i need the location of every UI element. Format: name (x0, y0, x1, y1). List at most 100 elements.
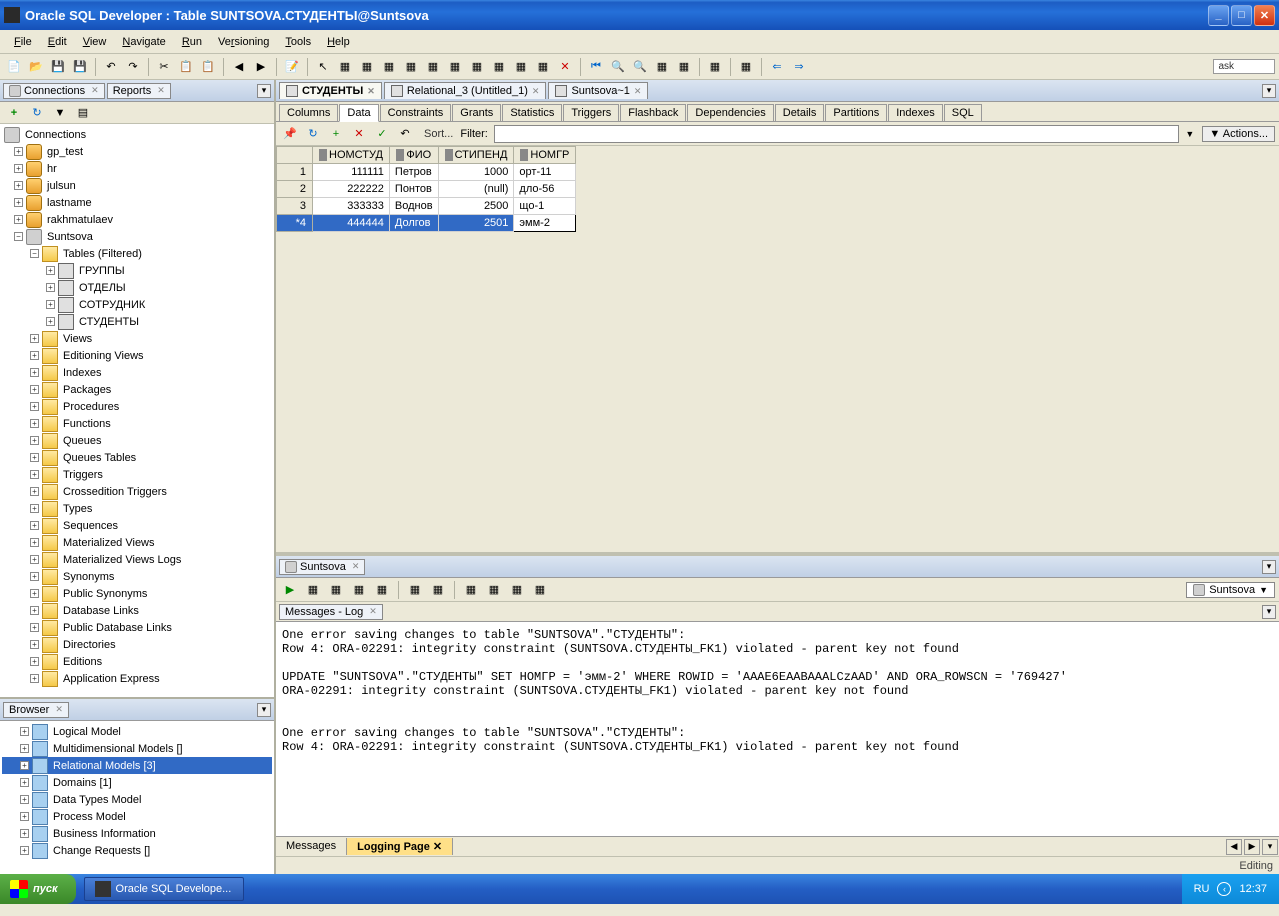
column-header[interactable]: НОМСТУД (313, 147, 390, 164)
first-icon[interactable]: ⏮ (586, 57, 606, 77)
grid-icon[interactable]: ▦ (674, 57, 694, 77)
editor-tab[interactable]: Relational_3 (Untitled_1)✕ (384, 82, 547, 99)
cursor-icon[interactable]: ↖ (313, 57, 333, 77)
browser-item[interactable]: +Process Model (2, 808, 272, 825)
cut-button[interactable]: ✂ (154, 57, 174, 77)
filter-input[interactable] (494, 125, 1180, 143)
tool2-icon[interactable]: ▦ (357, 57, 377, 77)
close-icon[interactable]: ✕ (352, 561, 360, 572)
cell[interactable]: що-1 (514, 198, 576, 215)
data-grid[interactable]: НОМСТУДФИОСТИПЕНДНОМГР 1111111Петров1000… (276, 146, 1279, 552)
tray-icon[interactable]: ‹ (1217, 882, 1231, 896)
browser-item[interactable]: +Business Information (2, 825, 272, 842)
tree-table[interactable]: +СТУДЕНТЫ (2, 313, 272, 330)
subtab-dependencies[interactable]: Dependencies (687, 104, 773, 121)
cell[interactable]: 444444 (313, 215, 390, 232)
tree-root[interactable]: Connections (2, 126, 272, 143)
subtab-columns[interactable]: Columns (279, 104, 338, 121)
tool5-icon[interactable]: ▦ (423, 57, 443, 77)
nav-fwd-button[interactable]: ▶ (251, 57, 271, 77)
commit2-icon[interactable]: ▦ (405, 580, 425, 600)
cell[interactable]: 1000 (438, 164, 514, 181)
table-row[interactable]: 3333333Воднов2500що-1 (277, 198, 576, 215)
browser-item[interactable]: +Relational Models [3] (2, 757, 272, 774)
arrow-right-icon[interactable]: ⇒ (789, 57, 809, 77)
tree-conn[interactable]: +hr (2, 160, 272, 177)
zoom-in-icon[interactable]: 🔍 (608, 57, 628, 77)
tree-folder[interactable]: +Synonyms (2, 568, 272, 585)
subtab-sql[interactable]: SQL (944, 104, 982, 121)
tree-tables-node[interactable]: −Tables (Filtered) (2, 245, 272, 262)
browser-item[interactable]: +Multidimensional Models [] (2, 740, 272, 757)
subtab-details[interactable]: Details (775, 104, 825, 121)
scroll-right-icon[interactable]: ▶ (1244, 839, 1260, 855)
filter-dropdown-icon[interactable]: ▼ (1185, 129, 1199, 139)
table-row[interactable]: 2222222Понтов(null)дло-56 (277, 181, 576, 198)
system-tray[interactable]: RU ‹ 12:37 (1182, 874, 1279, 904)
explain-icon[interactable]: ▦ (326, 580, 346, 600)
tree-folder[interactable]: +Database Links (2, 602, 272, 619)
tree-table[interactable]: +СОТРУДНИК (2, 296, 272, 313)
connection-selector[interactable]: Suntsova▼ (1186, 582, 1275, 598)
editor-tab[interactable]: СТУДЕНТЫ✕ (279, 82, 382, 99)
column-header[interactable]: СТИПЕНД (438, 147, 514, 164)
close-icon[interactable]: ✕ (369, 606, 377, 617)
tool7-icon[interactable]: ▦ (467, 57, 487, 77)
close-icon[interactable]: ✕ (157, 85, 165, 96)
tool1-icon[interactable]: ▦ (335, 57, 355, 77)
save-all-button[interactable]: 💾 (70, 57, 90, 77)
tree-folder[interactable]: +Directories (2, 636, 272, 653)
editor-tab[interactable]: Suntsova~1✕ (548, 82, 648, 99)
column-header[interactable]: НОМГР (514, 147, 576, 164)
refresh-button[interactable]: ↻ (27, 103, 47, 123)
close-icon[interactable]: ✕ (433, 841, 442, 853)
tree-table[interactable]: +ГРУППЫ (2, 262, 272, 279)
insert-row-icon[interactable]: + (326, 124, 346, 144)
tree-folder[interactable]: +Sequences (2, 517, 272, 534)
redo-button[interactable]: ↷ (123, 57, 143, 77)
taskbar-app[interactable]: Oracle SQL Develope... (84, 877, 244, 901)
tool4-icon[interactable]: ▦ (401, 57, 421, 77)
history-icon[interactable]: ▦ (530, 580, 550, 600)
cell[interactable]: 2500 (438, 198, 514, 215)
reports-tab[interactable]: Reports✕ (107, 83, 171, 99)
erase-icon[interactable]: ▦ (507, 580, 527, 600)
worksheet-tab[interactable]: Suntsova✕ (279, 559, 365, 575)
subtab-triggers[interactable]: Triggers (563, 104, 619, 121)
minimize-button[interactable]: _ (1208, 5, 1229, 26)
tree-folder[interactable]: +Materialized Views Logs (2, 551, 272, 568)
cell[interactable]: 333333 (313, 198, 390, 215)
cell[interactable]: Воднов (389, 198, 438, 215)
tool6-icon[interactable]: ▦ (445, 57, 465, 77)
collapse-icon[interactable]: ▾ (257, 84, 271, 98)
subtab-constraints[interactable]: Constraints (380, 104, 452, 121)
rollback2-icon[interactable]: ▦ (428, 580, 448, 600)
browser-item[interactable]: +Data Types Model (2, 791, 272, 808)
sql-worksheet-button[interactable]: 📝 (282, 57, 302, 77)
column-header[interactable]: ФИО (389, 147, 438, 164)
tree-conn-suntsova[interactable]: −Suntsova (2, 228, 272, 245)
menu-run[interactable]: Run (174, 34, 210, 50)
tool3-icon[interactable]: ▦ (379, 57, 399, 77)
tool-a-icon[interactable]: ▦ (705, 57, 725, 77)
subtab-data[interactable]: Data (339, 104, 378, 122)
tree-folder[interactable]: +Triggers (2, 466, 272, 483)
pin-icon[interactable]: 📌 (280, 124, 300, 144)
cell[interactable]: Долгов (389, 215, 438, 232)
tree-folder[interactable]: +Views (2, 330, 272, 347)
messages-log-tab[interactable]: Messages - Log✕ (279, 604, 383, 620)
cell[interactable]: дло-56 (514, 181, 576, 198)
close-button[interactable]: ✕ (1254, 5, 1275, 26)
clock[interactable]: 12:37 (1239, 883, 1267, 895)
connections-tree[interactable]: Connections +gp_test+hr+julsun+lastname+… (0, 124, 274, 699)
tree-folder[interactable]: +Procedures (2, 398, 272, 415)
undo-button[interactable]: ↶ (101, 57, 121, 77)
tree-table[interactable]: +ОТДЕЛЫ (2, 279, 272, 296)
arrow-left-icon[interactable]: ⇐ (767, 57, 787, 77)
cell[interactable]: 111111 (313, 164, 390, 181)
cell[interactable]: 2501 (438, 215, 514, 232)
close-icon[interactable]: ✕ (55, 704, 63, 715)
browser-tree[interactable]: +Logical Model+Multidimensional Models [… (0, 721, 274, 874)
subtab-flashback[interactable]: Flashback (620, 104, 686, 121)
cell[interactable]: Понтов (389, 181, 438, 198)
